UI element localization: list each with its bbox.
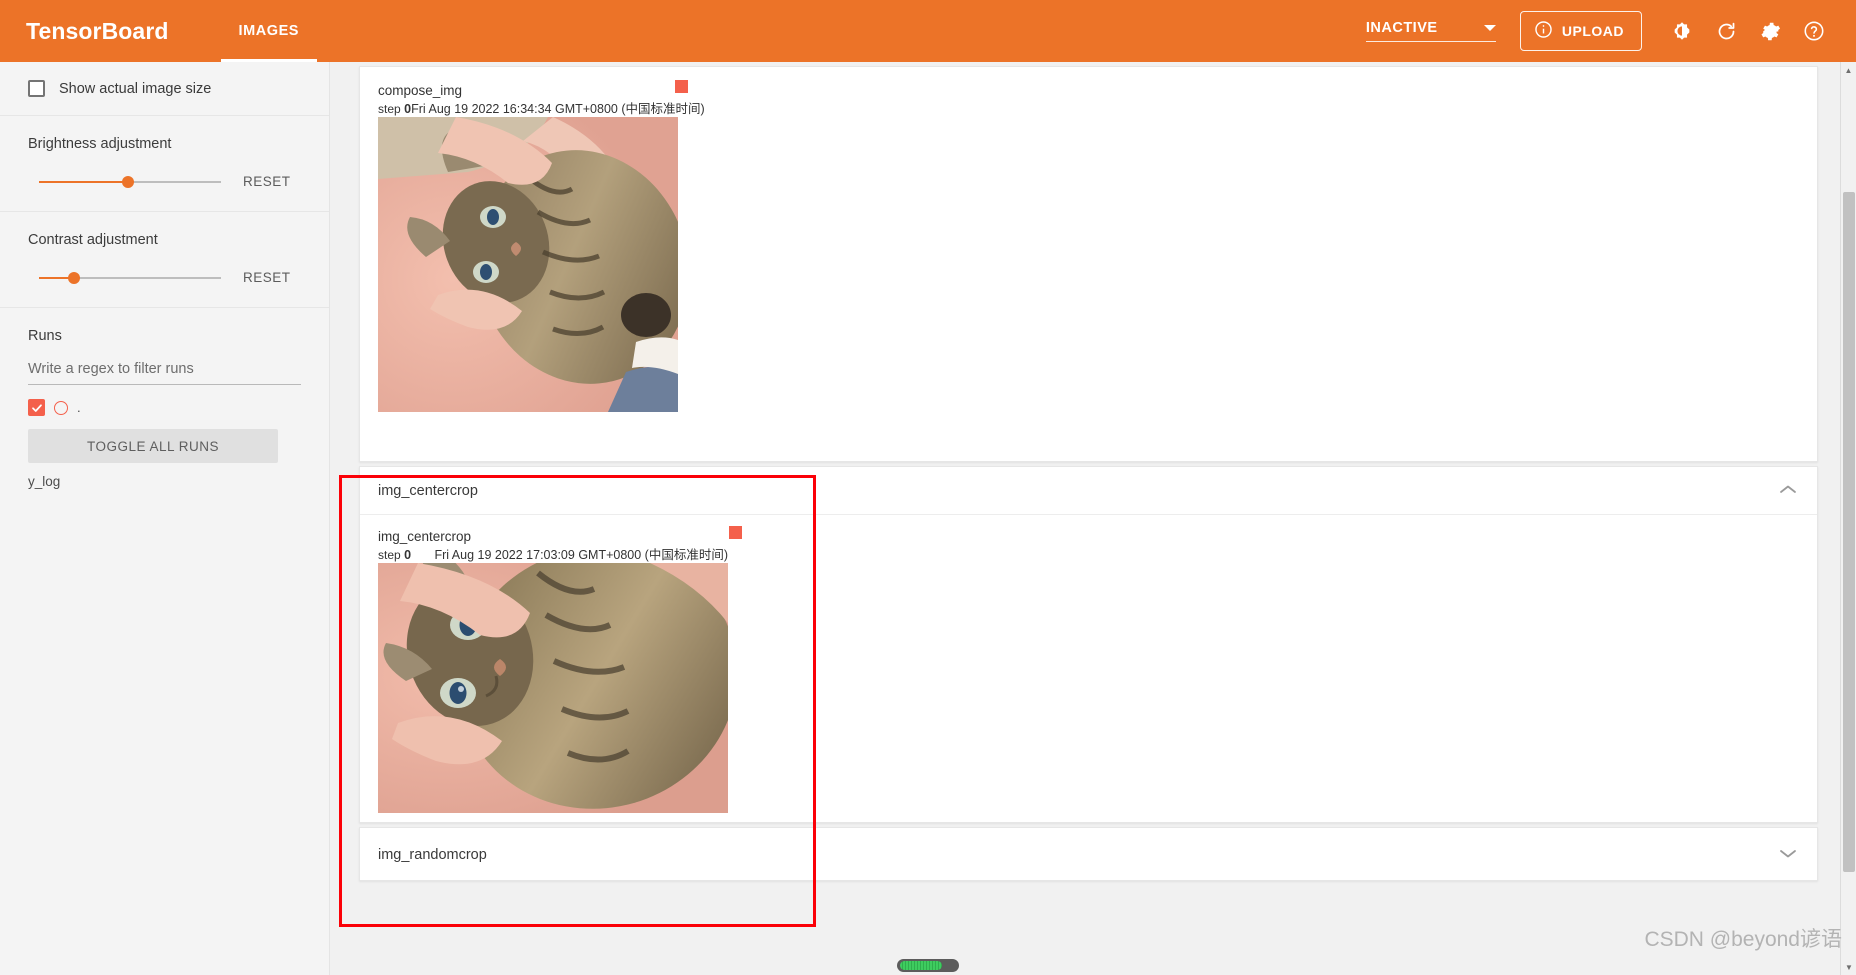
sidebar-section-runs: Runs . TOGGLE ALL RUNS y_log <box>0 308 329 503</box>
brightness-slider-row: RESET <box>28 174 301 189</box>
info-icon <box>1534 20 1553 42</box>
image-entry-name: img_centercrop <box>378 529 472 544</box>
sidebar: Show actual image size Brightness adjust… <box>0 62 330 975</box>
sidebar-section-image-size: Show actual image size <box>0 62 329 116</box>
contrast-slider[interactable] <box>39 271 221 285</box>
scroll-up-arrow-icon[interactable]: ▲ <box>1841 62 1856 78</box>
app-header: TensorBoard IMAGES INACTIVE UPLOAD <box>0 0 1856 62</box>
sidebar-section-brightness: Brightness adjustment RESET <box>0 116 329 212</box>
runs-footer-label: y_log <box>28 474 61 489</box>
image-card-title: img_randomcrop <box>378 846 487 863</box>
chevron-down-icon[interactable] <box>1779 847 1797 862</box>
upload-button[interactable]: UPLOAD <box>1519 11 1642 51</box>
image-card-body: compose_img step 0 Fri Aug 19 2022 16:34… <box>360 67 1817 434</box>
image-entry-step-value: 0 <box>404 548 412 562</box>
image-entry-meta: step 0 Fri Aug 19 2022 16:34:34 GMT+0800… <box>378 80 705 117</box>
chevron-down-icon <box>1483 25 1496 31</box>
run-list-item[interactable]: . <box>28 399 301 416</box>
run-status-select[interactable]: INACTIVE <box>1365 20 1496 42</box>
show-actual-image-size-row[interactable]: Show actual image size <box>28 80 301 97</box>
brightness-label: Brightness adjustment <box>28 136 172 152</box>
run-color-swatch <box>675 80 688 93</box>
battery-indicator <box>897 959 959 972</box>
main-tabs: IMAGES <box>220 0 318 62</box>
image-card-img-centercrop: img_centercrop img_centercrop step 0 Fri… <box>359 466 1818 823</box>
contrast-slider-row: RESET <box>28 270 301 285</box>
upload-button-label: UPLOAD <box>1561 23 1624 39</box>
chevron-up-icon[interactable] <box>1779 483 1797 498</box>
image-entry-step-label: step <box>378 548 401 562</box>
image-entry-name: compose_img <box>378 83 463 98</box>
image-entry-meta: step 0 Fri Aug 19 2022 17:03:09 GMT+0800… <box>378 526 742 563</box>
vertical-scrollbar[interactable]: ▲ ▼ <box>1840 62 1856 975</box>
run-name-label: . <box>77 400 81 415</box>
contrast-reset-button[interactable]: RESET <box>243 270 291 285</box>
app-brand: TensorBoard <box>26 17 169 44</box>
show-actual-image-size-checkbox[interactable] <box>28 80 45 97</box>
scroll-down-arrow-icon[interactable]: ▼ <box>1841 959 1856 975</box>
brightness-slider[interactable] <box>39 175 221 189</box>
image-thumbnail-compose-img[interactable] <box>378 117 678 412</box>
tab-images-label: IMAGES <box>238 23 300 39</box>
help-icon[interactable] <box>1792 9 1836 53</box>
image-thumbnail-img-centercrop[interactable] <box>378 563 728 813</box>
runs-label: Runs <box>28 328 62 344</box>
brightness-slider-fill <box>39 180 129 183</box>
image-entry: compose_img step 0 Fri Aug 19 2022 16:34… <box>378 80 705 412</box>
image-card-img-randomcrop: img_randomcrop <box>359 827 1818 881</box>
image-card-header[interactable]: img_centercrop <box>360 467 1817 515</box>
contrast-label: Contrast adjustment <box>28 232 158 248</box>
image-card-header[interactable]: img_randomcrop <box>360 828 1817 881</box>
image-dashboard: compose_img step 0 Fri Aug 19 2022 16:34… <box>331 62 1840 975</box>
run-color-circle-icon <box>54 400 68 415</box>
image-entry-timestamp: Fri Aug 19 2022 16:34:34 GMT+0800 (中国标准时… <box>411 102 705 116</box>
refresh-icon[interactable] <box>1704 9 1748 53</box>
toggle-all-runs-button[interactable]: TOGGLE ALL RUNS <box>28 429 278 463</box>
sidebar-section-contrast: Contrast adjustment RESET <box>0 212 329 308</box>
run-status-value: INACTIVE <box>1365 20 1438 36</box>
contrast-slider-thumb[interactable] <box>67 271 80 284</box>
image-entry: img_centercrop step 0 Fri Aug 19 2022 17… <box>378 526 742 813</box>
run-checkbox[interactable] <box>28 399 45 416</box>
brightness-reset-button[interactable]: RESET <box>243 174 291 189</box>
image-entry-timestamp: Fri Aug 19 2022 17:03:09 GMT+0800 (中国标准时… <box>434 548 728 562</box>
header-actions: INACTIVE UPLOAD <box>1365 9 1836 53</box>
run-color-swatch <box>729 526 742 539</box>
watermark: CSDN @beyond谚语 <box>1644 928 1842 951</box>
brightness-slider-thumb[interactable] <box>122 175 135 188</box>
image-entry-step-label: step <box>378 102 401 116</box>
battery-fill <box>900 961 942 970</box>
image-card-compose-img: compose_img step 0 Fri Aug 19 2022 16:34… <box>359 66 1818 462</box>
tab-images[interactable]: IMAGES <box>220 0 318 62</box>
brightness-icon[interactable] <box>1660 9 1704 53</box>
scrollbar-thumb[interactable] <box>1843 192 1855 872</box>
runs-filter-input[interactable] <box>28 358 301 385</box>
gear-icon[interactable] <box>1748 9 1792 53</box>
show-actual-image-size-label: Show actual image size <box>59 80 212 97</box>
image-entry-step-value: 0 <box>404 102 412 116</box>
image-card-title: img_centercrop <box>378 482 478 499</box>
image-card-body: img_centercrop step 0 Fri Aug 19 2022 17… <box>360 515 1817 835</box>
